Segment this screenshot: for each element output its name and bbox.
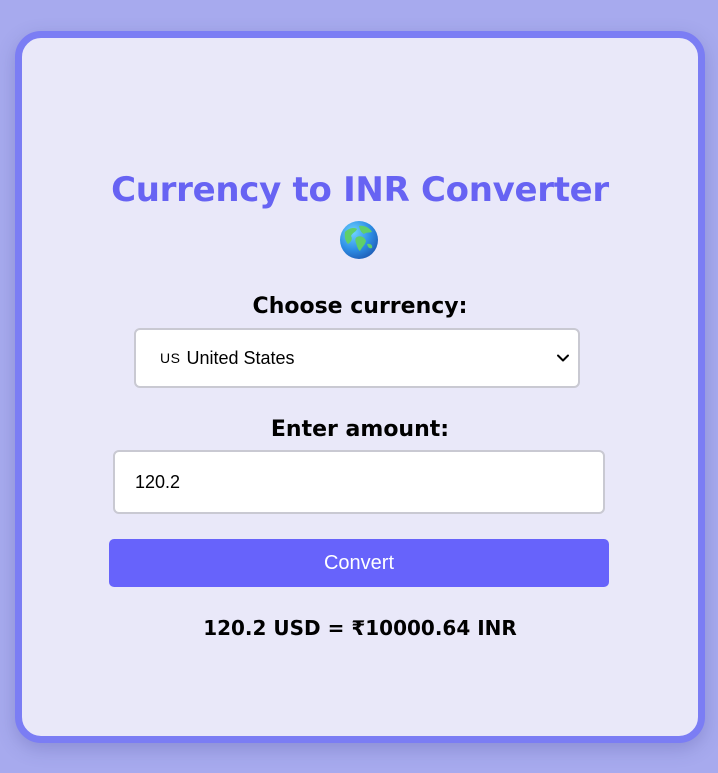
converter-card: Currency to INR Converter Choose currenc… (15, 31, 705, 743)
currency-selected-name: United States (186, 347, 295, 368)
amount-label: Enter amount: (270, 417, 450, 442)
us-flag-icon: US (160, 350, 181, 366)
chevron-down-icon (557, 354, 569, 362)
currency-select[interactable]: US United States (134, 328, 580, 388)
amount-input[interactable] (113, 450, 605, 514)
convert-button[interactable]: Convert (109, 539, 609, 587)
globe-icon (340, 221, 378, 259)
conversion-result: 120.2 USD = ₹10000.64 INR (203, 616, 517, 640)
currency-label: Choose currency: (252, 294, 468, 319)
page-title: Currency to INR Converter (111, 170, 609, 210)
